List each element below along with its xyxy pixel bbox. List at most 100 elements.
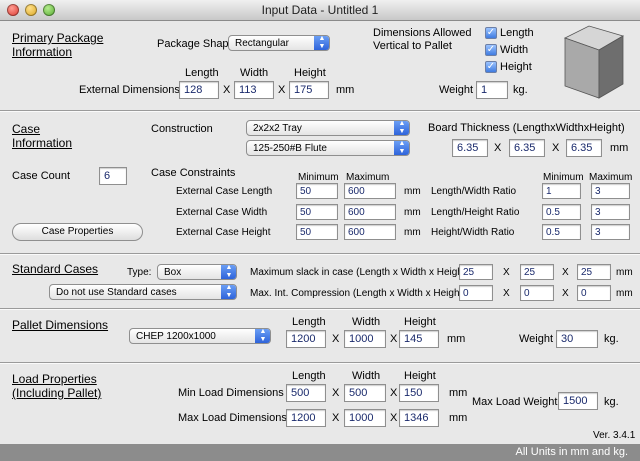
slack-height-input[interactable]: 25 bbox=[577, 264, 611, 280]
pallet-dimensions-title: Pallet Dimensions bbox=[12, 318, 109, 332]
flute-select[interactable]: 125-250#B Flute ▲ ▼ bbox=[246, 140, 410, 156]
case-title-line2: Information bbox=[12, 136, 73, 150]
case-count-input[interactable]: 6 bbox=[99, 167, 127, 185]
case-properties-button[interactable]: Case Properties bbox=[12, 223, 143, 241]
width-checkbox[interactable]: ✓ bbox=[485, 44, 497, 56]
board-length-input[interactable]: 6.35 bbox=[452, 139, 488, 157]
case-length-max-input[interactable]: 600 bbox=[344, 183, 396, 199]
ext-case-width-label: External Case Width bbox=[176, 207, 268, 218]
compression-length-input[interactable]: 0 bbox=[459, 285, 493, 301]
checkmark-icon: ✓ bbox=[486, 44, 496, 55]
max-load-height-input[interactable]: 1346 bbox=[399, 409, 439, 427]
case-constraints-label: Case Constraints bbox=[151, 167, 236, 179]
standard-type-value: Box bbox=[164, 267, 182, 278]
primary-title-line1: Primary Package bbox=[12, 31, 104, 45]
times-symbol: X bbox=[278, 84, 286, 96]
pallet-weight-input[interactable]: 30 bbox=[556, 330, 598, 348]
height-checkbox[interactable]: ✓ bbox=[485, 61, 497, 73]
updown-arrows-icon: ▲ ▼ bbox=[221, 265, 236, 279]
unit-mm-label: mm bbox=[449, 387, 468, 399]
load-title-line2: (Including Pallet) bbox=[12, 386, 102, 400]
flute-value: 125-250#B Flute bbox=[253, 143, 327, 154]
col-height-label: Height bbox=[404, 316, 436, 328]
ext-case-length-label: External Case Length bbox=[176, 186, 273, 197]
primary-section-title: Primary Package Information bbox=[12, 31, 103, 59]
length-height-ratio-label: Length/Height Ratio bbox=[431, 207, 520, 218]
pallet-type-select[interactable]: CHEP 1200x1000 ▲ ▼ bbox=[129, 328, 271, 344]
updown-arrows-icon: ▲ ▼ bbox=[314, 36, 329, 50]
dims-allowed-line2: Vertical to Pallet bbox=[373, 40, 452, 52]
case-length-min-input[interactable]: 50 bbox=[296, 183, 338, 199]
times-symbol: X bbox=[390, 333, 398, 345]
pallet-length-input[interactable]: 1200 bbox=[286, 330, 326, 348]
max-load-length-input[interactable]: 1200 bbox=[286, 409, 326, 427]
unit-mm-label: mm bbox=[447, 333, 466, 345]
lh-ratio-min-input[interactable]: 0.5 bbox=[542, 204, 581, 220]
pallet-weight-label: Weight bbox=[519, 333, 554, 345]
case-section-title: Case Information bbox=[12, 122, 72, 150]
times-symbol: X bbox=[332, 387, 340, 399]
pallet-height-input[interactable]: 145 bbox=[399, 330, 439, 348]
board-height-input[interactable]: 6.35 bbox=[566, 139, 602, 157]
hw-ratio-min-input[interactable]: 0.5 bbox=[542, 224, 581, 240]
col-height-label: Height bbox=[294, 67, 326, 79]
unit-mm-label: mm bbox=[336, 84, 355, 96]
times-symbol: X bbox=[503, 267, 510, 278]
primary-title-line2: Information bbox=[12, 45, 73, 59]
max-compression-label: Max. Int. Compression (Length x Width x … bbox=[250, 288, 466, 299]
package-shape-select[interactable]: Rectangular ▲ ▼ bbox=[228, 35, 330, 51]
unit-kg-label: kg. bbox=[513, 84, 528, 96]
standard-use-select[interactable]: Do not use Standard cases ▲ ▼ bbox=[49, 284, 237, 300]
primary-weight-label: Weight bbox=[439, 84, 474, 96]
pallet-width-input[interactable]: 1000 bbox=[344, 330, 386, 348]
case-title-line1: Case bbox=[12, 122, 41, 136]
max-load-weight-input[interactable]: 1500 bbox=[558, 392, 598, 410]
slack-length-input[interactable]: 25 bbox=[459, 264, 493, 280]
times-symbol: X bbox=[223, 84, 231, 96]
col-length-label: Length bbox=[292, 370, 326, 382]
divider bbox=[0, 110, 640, 112]
times-symbol: X bbox=[332, 412, 340, 424]
col-length-label: Length bbox=[292, 316, 326, 328]
ratio-col-max: Maximum bbox=[589, 172, 633, 183]
lw-ratio-min-input[interactable]: 1 bbox=[542, 183, 581, 199]
case-height-max-input[interactable]: 600 bbox=[344, 224, 396, 240]
min-load-width-input[interactable]: 500 bbox=[344, 384, 386, 402]
primary-length-input[interactable]: 128 bbox=[179, 81, 219, 99]
compression-width-input[interactable]: 0 bbox=[520, 285, 554, 301]
times-symbol: X bbox=[503, 288, 510, 299]
construction-label: Construction bbox=[151, 123, 213, 135]
times-symbol: X bbox=[552, 142, 560, 154]
case-width-min-input[interactable]: 50 bbox=[296, 204, 338, 220]
times-symbol: X bbox=[562, 267, 569, 278]
case-width-max-input[interactable]: 600 bbox=[344, 204, 396, 220]
ratio-col-min: Minimum bbox=[543, 172, 584, 183]
construction-value: 2x2x2 Tray bbox=[253, 123, 302, 134]
board-width-input[interactable]: 6.35 bbox=[509, 139, 545, 157]
primary-width-input[interactable]: 113 bbox=[234, 81, 274, 99]
standard-type-select[interactable]: Box ▲ ▼ bbox=[157, 264, 237, 280]
construction-select[interactable]: 2x2x2 Tray ▲ ▼ bbox=[246, 120, 410, 136]
dims-allowed-label: Dimensions Allowed Vertical to Pallet bbox=[373, 27, 471, 53]
slack-width-input[interactable]: 25 bbox=[520, 264, 554, 280]
height-width-ratio-label: Height/Width Ratio bbox=[431, 227, 515, 238]
unit-mm-label: mm bbox=[404, 207, 421, 218]
unit-mm-label: mm bbox=[616, 267, 633, 278]
length-checkbox[interactable]: ✓ bbox=[485, 27, 497, 39]
min-load-length-input[interactable]: 500 bbox=[286, 384, 326, 402]
max-load-width-input[interactable]: 1000 bbox=[344, 409, 386, 427]
package-box-icon bbox=[563, 25, 625, 99]
compression-height-input[interactable]: 0 bbox=[577, 285, 611, 301]
divider bbox=[0, 253, 640, 255]
updown-arrows-icon: ▲ ▼ bbox=[394, 121, 409, 135]
constraints-col-max: Maximum bbox=[346, 172, 390, 183]
hw-ratio-max-input[interactable]: 3 bbox=[591, 224, 630, 240]
primary-weight-input[interactable]: 1 bbox=[476, 81, 508, 99]
case-height-min-input[interactable]: 50 bbox=[296, 224, 338, 240]
lh-ratio-max-input[interactable]: 3 bbox=[591, 204, 630, 220]
lw-ratio-max-input[interactable]: 3 bbox=[591, 183, 630, 199]
min-load-height-input[interactable]: 150 bbox=[399, 384, 439, 402]
case-count-label: Case Count bbox=[12, 170, 71, 182]
col-length-label: Length bbox=[185, 67, 219, 79]
primary-height-input[interactable]: 175 bbox=[289, 81, 329, 99]
